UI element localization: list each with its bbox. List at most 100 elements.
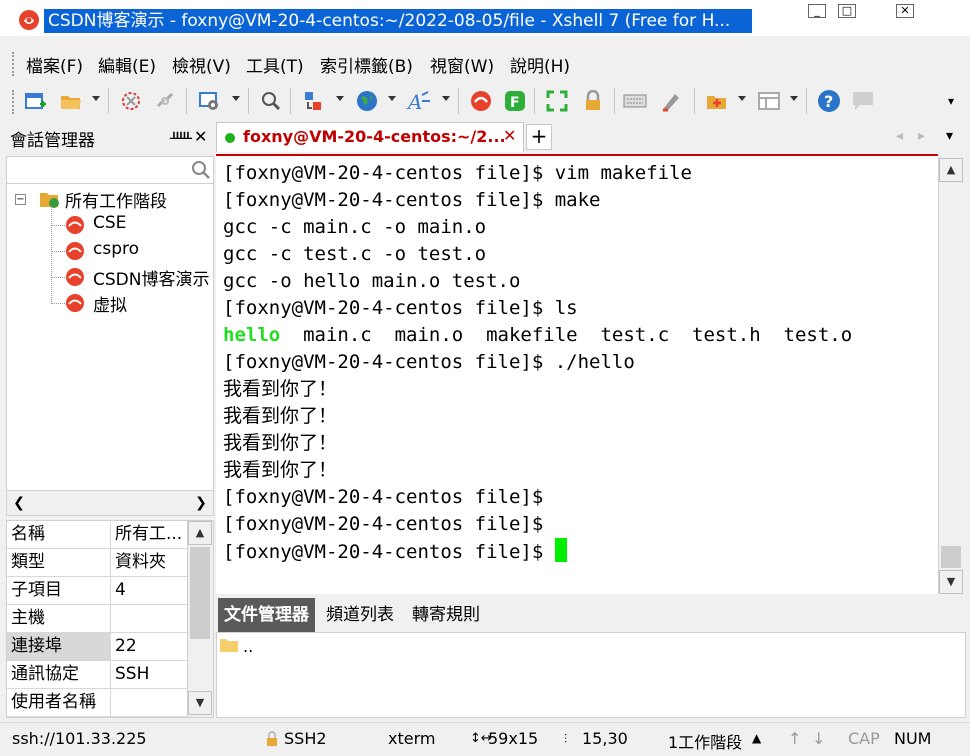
properties-icon[interactable] <box>196 88 222 114</box>
collapse-icon[interactable]: − <box>15 194 26 205</box>
search-icon[interactable] <box>258 88 284 114</box>
transfer-icon[interactable] <box>300 88 326 114</box>
layout-dropdown-icon[interactable] <box>790 96 798 101</box>
menu-tabs[interactable]: 索引標籤(B) <box>320 52 413 77</box>
prop-row[interactable]: 名稱 所有工... <box>7 521 187 549</box>
layout-icon[interactable] <box>756 88 782 114</box>
transfer-dropdown-icon[interactable] <box>336 96 344 101</box>
xshell-session-icon <box>66 216 84 234</box>
search-icon[interactable] <box>191 160 211 180</box>
xshell-session-icon <box>66 294 84 312</box>
tab-forward-rules[interactable]: 轉寄規則 <box>406 598 486 632</box>
file-manager-pane: .. <box>216 632 966 718</box>
cursor-pos-icon: ⫶ <box>564 732 568 746</box>
tree-item-label: cspro <box>93 239 140 259</box>
menu-file[interactable]: 檔案(F) <box>26 52 83 77</box>
tab-close-icon[interactable]: ✕ <box>503 126 516 145</box>
menu-tools[interactable]: 工具(T) <box>246 52 304 77</box>
terminal-line: gcc -c main.c -o main.o <box>223 216 487 238</box>
terminal-tab-label: foxny@VM-20-4-centos:~/2... <box>243 127 506 146</box>
globe-dropdown-icon[interactable] <box>388 96 396 101</box>
terminal-line: [foxny@VM-20-4-centos file]$ <box>223 486 544 508</box>
folder-icon <box>220 639 238 652</box>
properties-dropdown-icon[interactable] <box>232 96 240 101</box>
scroll-up-icon[interactable]: ▲ <box>939 158 963 182</box>
scroll-left-icon[interactable]: ❮ <box>7 491 31 515</box>
session-manager-title: 會話管理器 <box>10 131 95 151</box>
menu-window[interactable]: 視窗(W) <box>430 52 494 77</box>
terminal-output-line: 我看到你了！ <box>223 459 338 481</box>
scroll-thumb[interactable] <box>190 547 210 639</box>
scroll-right-icon[interactable]: ❯ <box>189 491 213 515</box>
xshell-session-icon <box>66 242 84 260</box>
status-size: 59x15 <box>488 729 539 748</box>
highlight-pen-icon[interactable] <box>658 88 684 114</box>
tab-channel-list[interactable]: 頻道列表 <box>320 598 400 632</box>
open-folder-icon[interactable] <box>58 88 84 114</box>
new-session-icon[interactable] <box>22 88 48 114</box>
toolbar-overflow-icon[interactable]: ▾ <box>948 94 954 108</box>
keyboard-icon[interactable] <box>622 88 648 114</box>
terminal-line: [foxny@VM-20-4-centos file]$ ls <box>223 297 578 319</box>
new-tab-button[interactable]: + <box>526 124 552 150</box>
session-search-input[interactable] <box>6 156 214 184</box>
scroll-down-icon[interactable]: ▼ <box>939 570 963 594</box>
tree-item-label: CSDN博客演示 <box>93 270 210 290</box>
prop-row-selected[interactable]: 連接埠 22 <box>7 633 187 661</box>
tab-scroll-left-icon[interactable]: ◂ <box>896 128 903 144</box>
lock-icon[interactable] <box>580 88 606 114</box>
status-cursor-pos: 15,30 <box>582 729 628 748</box>
help-icon[interactable]: ? <box>816 88 842 114</box>
terminal-tab-active[interactable]: foxny@VM-20-4-centos:~/2... ✕ <box>216 122 524 152</box>
add-folder-icon[interactable] <box>704 88 730 114</box>
terminal-line: [foxny@VM-20-4-centos file]$ ./hello <box>223 351 635 373</box>
xftp-icon[interactable]: F <box>502 88 528 114</box>
menu-grip[interactable] <box>12 52 16 76</box>
session-tree-hscrollbar[interactable]: ❮ ❯ <box>6 490 214 516</box>
disconnect-icon[interactable] <box>152 88 178 114</box>
close-button[interactable]: ✕ <box>896 4 914 18</box>
tree-item-label: 虚拟 <box>93 296 127 316</box>
minimize-button[interactable]: _ <box>808 4 826 18</box>
pin-icon[interactable]: ᚊ <box>170 128 192 147</box>
fullscreen-icon[interactable] <box>544 88 570 114</box>
menu-edit[interactable]: 編輯(E) <box>98 52 156 77</box>
prev-session-icon[interactable]: ↑ <box>788 729 801 748</box>
font-icon[interactable]: A <box>406 88 432 114</box>
scroll-thumb[interactable] <box>941 546 961 568</box>
globe-icon[interactable] <box>354 88 380 114</box>
status-sessions[interactable]: 1工作階段 <box>668 729 742 753</box>
prop-row[interactable]: 子項目 4 <box>7 577 187 605</box>
terminal-output[interactable]: [foxny@VM-20-4-centos file]$ vim makefil… <box>216 154 938 594</box>
sessions-up-icon[interactable]: ▲ <box>752 731 761 745</box>
prop-row[interactable]: 通訊協定 SSH <box>7 661 187 689</box>
open-dropdown-icon[interactable] <box>92 96 100 101</box>
toolbar: A F ? ▾ <box>0 84 970 120</box>
terminal-line: gcc -o hello main.o test.o <box>223 270 521 292</box>
add-folder-dropdown-icon[interactable] <box>738 96 746 101</box>
tab-scroll-right-icon[interactable]: ▸ <box>918 128 925 144</box>
scroll-down-icon[interactable]: ▼ <box>188 691 212 715</box>
prop-row[interactable]: 主機 <box>7 605 187 633</box>
prop-row[interactable]: 使用者名稱 <box>7 689 187 717</box>
toolbar-grip[interactable] <box>12 90 16 114</box>
panel-close-icon[interactable]: ✕ <box>194 127 207 146</box>
reconnect-icon[interactable] <box>118 88 144 114</box>
terminal-vscrollbar[interactable]: ▲ ▼ <box>938 156 964 594</box>
maximize-button[interactable]: □ <box>838 4 856 18</box>
next-session-icon[interactable]: ↓ <box>812 729 825 748</box>
tab-list-dropdown-icon[interactable]: ▾ <box>946 128 953 144</box>
prop-row[interactable]: 類型 資料夾 <box>7 549 187 577</box>
status-address: ssh://101.33.225 <box>12 729 147 748</box>
title-bar[interactable]: CSDN博客演示 - foxny@VM-20-4-centos:~/2022-0… <box>0 0 970 36</box>
tab-file-manager[interactable]: 文件管理器 <box>218 598 315 632</box>
scroll-up-icon[interactable]: ▲ <box>188 521 212 545</box>
xshell-icon[interactable] <box>468 88 494 114</box>
font-dropdown-icon[interactable] <box>442 96 450 101</box>
tree-item-label: CSE <box>93 213 127 233</box>
terminal-output-line: 我看到你了！ <box>223 378 338 400</box>
chat-icon[interactable] <box>850 88 876 114</box>
menu-help[interactable]: 說明(H) <box>510 52 570 77</box>
property-grid-vscrollbar[interactable]: ▲ ▼ <box>187 521 213 717</box>
menu-view[interactable]: 檢視(V) <box>172 52 231 77</box>
